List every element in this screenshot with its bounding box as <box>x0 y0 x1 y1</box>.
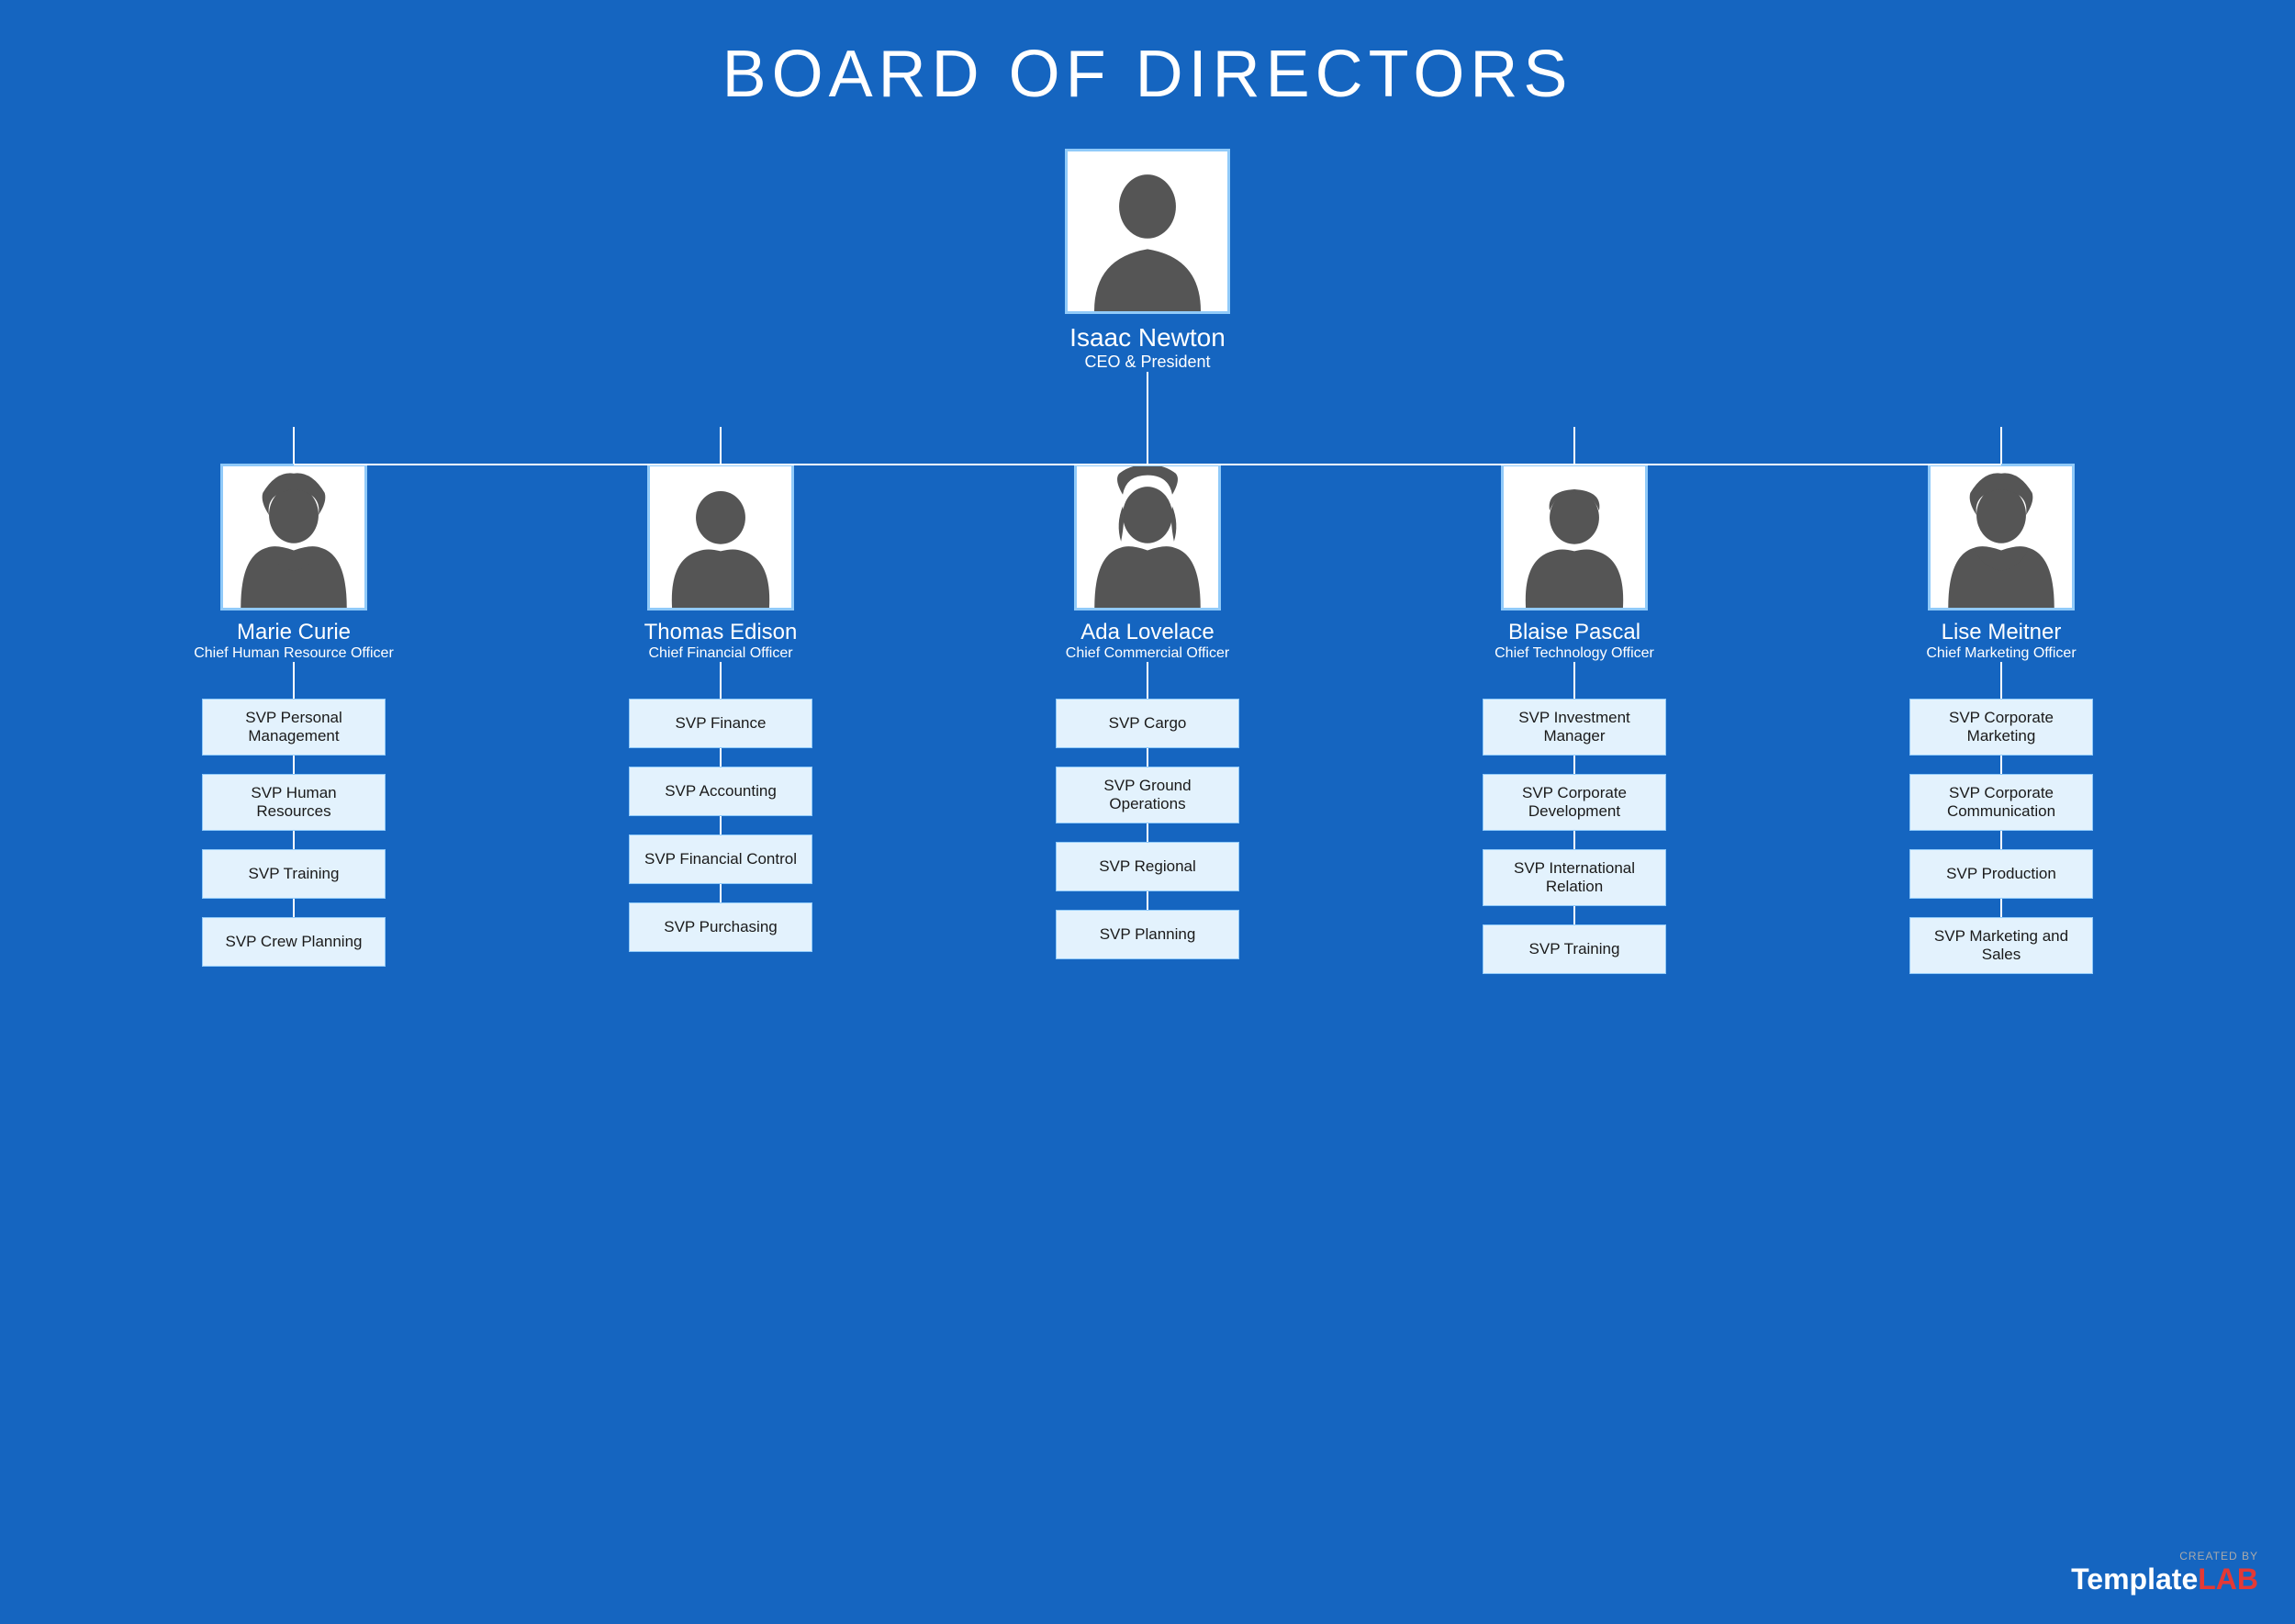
svp-box-blaise-pascal-3: SVP Training <box>1483 924 1666 974</box>
title-marie-curie: Chief Human Resource Officer <box>194 645 394 662</box>
ceo-vline <box>1147 372 1148 427</box>
svp-box-ada-lovelace-2: SVP Regional <box>1056 842 1239 891</box>
svp-box-ada-lovelace-3: SVP Planning <box>1056 910 1239 959</box>
name-blaise-pascal: Blaise Pascal <box>1508 620 1640 645</box>
svp-vline-thomas-edison-0 <box>720 748 722 767</box>
avatar-ada-lovelace <box>1074 464 1221 610</box>
director-col-blaise-pascal: Blaise PascalChief Technology Officer SVP… <box>1418 427 1730 974</box>
svp-box-ada-lovelace-0: SVP Cargo <box>1056 699 1239 748</box>
svp-chain-lise-meitner: SVP Corporate Marketing SVP Corporate Com… <box>1909 699 2093 974</box>
lab-text: LAB <box>2198 1562 2258 1596</box>
director-col-lise-meitner: Lise MeitnerChief Marketing Officer SVP C… <box>1845 427 2157 974</box>
top-stub-blaise-pascal <box>1573 427 1575 464</box>
name-thomas-edison: Thomas Edison <box>644 620 798 645</box>
director-col-marie-curie: Marie CurieChief Human Resource Officer S… <box>138 427 450 967</box>
name-ada-lovelace: Ada Lovelace <box>1080 620 1214 645</box>
svp-box-thomas-edison-2: SVP Financial Control <box>629 834 812 884</box>
avatar-thomas-edison <box>647 464 794 610</box>
directors-hline <box>294 464 2001 465</box>
ceo-block: Isaac Newton CEO & President <box>1065 149 1230 372</box>
top-stub-lise-meitner <box>2000 427 2002 464</box>
ceo-name: Isaac Newton <box>1069 323 1226 353</box>
title-blaise-pascal: Chief Technology Officer <box>1495 645 1654 662</box>
template-text: Template <box>2071 1562 2198 1596</box>
svp-vline-marie-curie-1 <box>293 831 295 849</box>
svp-box-thomas-edison-1: SVP Accounting <box>629 767 812 816</box>
svp-box-ada-lovelace-1: SVP Ground Operations <box>1056 767 1239 823</box>
ceo-title: CEO & President <box>1084 353 1210 372</box>
svp-box-lise-meitner-3: SVP Marketing and Sales <box>1909 917 2093 974</box>
avatar-blaise-pascal <box>1501 464 1648 610</box>
directors-layout: Marie CurieChief Human Resource Officer S… <box>138 427 2157 974</box>
svp-chain-blaise-pascal: SVP Investment Manager SVP Corporate Deve… <box>1483 699 1666 974</box>
ceo-avatar <box>1065 149 1230 314</box>
svp-box-blaise-pascal-0: SVP Investment Manager <box>1483 699 1666 756</box>
director-col-ada-lovelace: Ada LovelaceChief Commercial Officer SVP … <box>991 427 1304 959</box>
avatar-marie-curie <box>220 464 367 610</box>
title-lise-meitner: Chief Marketing Officer <box>1926 645 2076 662</box>
avatar-lise-meitner <box>1928 464 2075 610</box>
svp-box-marie-curie-3: SVP Crew Planning <box>202 917 386 967</box>
top-stub-thomas-edison <box>720 427 722 464</box>
svp-box-lise-meitner-1: SVP Corporate Communication <box>1909 774 2093 831</box>
svp-box-thomas-edison-0: SVP Finance <box>629 699 812 748</box>
svp-box-marie-curie-0: SVP Personal Management <box>202 699 386 756</box>
svp-vline-lise-meitner-0 <box>2000 756 2002 774</box>
created-by-label: CREATED BY <box>2179 1550 2258 1562</box>
name-lise-meitner: Lise Meitner <box>1942 620 2062 645</box>
svp-vline-blaise-pascal-2 <box>1573 906 1575 924</box>
vline-blaise-pascal <box>1573 662 1575 699</box>
svp-box-blaise-pascal-2: SVP International Relation <box>1483 849 1666 906</box>
name-marie-curie: Marie Curie <box>237 620 351 645</box>
vline-lise-meitner <box>2000 662 2002 699</box>
svp-vline-thomas-edison-1 <box>720 816 722 834</box>
svp-vline-marie-curie-0 <box>293 756 295 774</box>
svp-chain-ada-lovelace: SVP Cargo SVP Ground Operations SVP Region… <box>1056 699 1239 959</box>
vline-marie-curie <box>293 662 295 699</box>
svp-vline-blaise-pascal-1 <box>1573 831 1575 849</box>
page-title: BOARD OF DIRECTORS <box>722 37 1573 112</box>
svp-box-blaise-pascal-1: SVP Corporate Development <box>1483 774 1666 831</box>
directors-row: Marie CurieChief Human Resource Officer S… <box>138 427 2157 974</box>
svp-vline-ada-lovelace-0 <box>1147 748 1148 767</box>
svp-box-lise-meitner-2: SVP Production <box>1909 849 2093 899</box>
svp-box-marie-curie-2: SVP Training <box>202 849 386 899</box>
templatelab-logo: TemplateLAB <box>2071 1562 2258 1596</box>
svp-box-marie-curie-1: SVP Human Resources <box>202 774 386 831</box>
svp-box-thomas-edison-3: SVP Purchasing <box>629 902 812 952</box>
svp-chain-marie-curie: SVP Personal Management SVP Human Resourc… <box>202 699 386 967</box>
director-col-thomas-edison: Thomas EdisonChief Financial Officer SVP … <box>565 427 877 952</box>
svp-vline-ada-lovelace-1 <box>1147 823 1148 842</box>
top-stub-ada-lovelace <box>1147 427 1148 464</box>
svp-vline-marie-curie-2 <box>293 899 295 917</box>
svp-vline-blaise-pascal-0 <box>1573 756 1575 774</box>
directors-row-container: Marie CurieChief Human Resource Officer S… <box>138 427 2157 974</box>
org-chart: Isaac Newton CEO & President Marie Curie… <box>18 149 2277 974</box>
title-thomas-edison: Chief Financial Officer <box>648 645 792 662</box>
vline-ada-lovelace <box>1147 662 1148 699</box>
watermark: CREATED BY TemplateLAB <box>2071 1550 2258 1596</box>
svp-vline-ada-lovelace-2 <box>1147 891 1148 910</box>
svp-vline-lise-meitner-2 <box>2000 899 2002 917</box>
svp-box-lise-meitner-0: SVP Corporate Marketing <box>1909 699 2093 756</box>
svp-vline-thomas-edison-2 <box>720 884 722 902</box>
top-stub-marie-curie <box>293 427 295 464</box>
ceo-connector: Isaac Newton CEO & President <box>1065 149 1230 427</box>
title-ada-lovelace: Chief Commercial Officer <box>1066 645 1229 662</box>
svp-vline-lise-meitner-1 <box>2000 831 2002 849</box>
svp-chain-thomas-edison: SVP Finance SVP Accounting SVP Financial C… <box>629 699 812 952</box>
vline-thomas-edison <box>720 662 722 699</box>
